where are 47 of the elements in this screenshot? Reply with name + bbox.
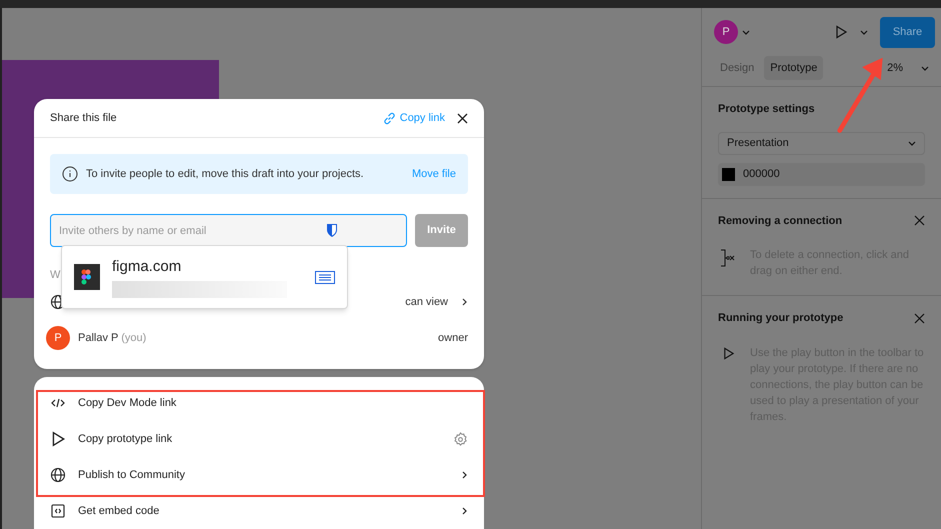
close-icon[interactable] <box>457 112 468 124</box>
embed-icon <box>51 504 65 518</box>
menu-item[interactable]: Copy Dev Mode link <box>34 385 484 421</box>
zoom-level[interactable]: 2% <box>887 60 903 76</box>
figma-logo-icon <box>74 264 100 290</box>
connection-icon <box>719 249 737 267</box>
shield-icon <box>326 223 338 238</box>
panel-tab[interactable]: Design <box>714 56 760 80</box>
chevron-right-icon <box>460 507 468 515</box>
chevron-down-icon <box>921 64 929 72</box>
settings-icon[interactable] <box>453 432 468 446</box>
menu-item[interactable]: Publish to Community <box>34 457 484 493</box>
play-icon <box>834 25 848 39</box>
code-icon <box>51 398 65 408</box>
menu-item[interactable]: Copy prototype link <box>34 421 484 457</box>
user-avatar: P <box>46 326 70 350</box>
user-avatar[interactable]: P <box>714 20 738 44</box>
user-name: Pallav P (you) <box>78 330 146 346</box>
section-label: W <box>50 269 60 281</box>
user-role: owner <box>438 330 469 346</box>
chevron-down-icon <box>860 28 868 36</box>
panel-tab[interactable]: Prototype <box>764 56 824 80</box>
globe-icon <box>50 467 66 483</box>
move-file-link[interactable]: Move file <box>412 166 456 182</box>
invite-field[interactable]: Invite others by name or email <box>50 214 407 247</box>
device-dropdown[interactable]: Presentation <box>718 132 925 154</box>
background-color-field[interactable]: 000000 <box>718 162 925 186</box>
section-title: Removing a connection <box>718 214 844 228</box>
menu-item[interactable]: Get embed code <box>34 493 484 529</box>
info-icon <box>62 166 78 182</box>
section-title: Prototype settings <box>718 102 816 117</box>
section-title: Running your prototype <box>718 311 844 326</box>
autofill-site: figma.com <box>112 256 182 276</box>
share-button[interactable]: Share <box>880 16 935 48</box>
play-icon <box>50 431 66 447</box>
chevron-down-icon <box>742 28 750 36</box>
card-icon <box>315 270 335 284</box>
chevron-right-icon <box>460 298 468 306</box>
permission-dropdown[interactable]: can view <box>405 294 468 310</box>
color-swatch <box>722 168 735 180</box>
play-icon <box>722 346 734 360</box>
dialog-title: Share this file <box>50 110 118 126</box>
info-text: To invite people to edit, move this draft into your projects. <box>86 166 365 182</box>
copy-link-button[interactable]: Copy link <box>382 110 445 126</box>
link-icon <box>382 112 396 124</box>
chevron-down-icon <box>908 139 916 147</box>
chevron-right-icon <box>460 471 468 479</box>
